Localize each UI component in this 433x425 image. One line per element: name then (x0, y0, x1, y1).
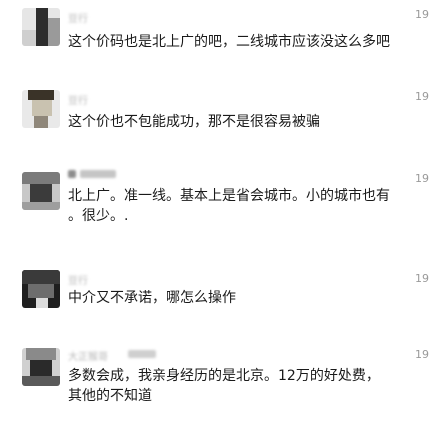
commenter-name[interactable]: 大正猴哥 (68, 348, 108, 363)
comment-time: 19 (415, 172, 429, 185)
comment-item: 19 北上广。准一线。基本上是省会城市。小的城市也有 。很少。. (0, 160, 433, 260)
comment-text: 中介又不承诺，哪怎么操作 (68, 290, 236, 306)
comment-feed: 豆行 19 这个价码也是北上广的吧，二线城市应该没这么多吧 豆行 19 这个价也… (0, 0, 433, 425)
comment-item: 豆行 19 这个价码也是北上广的吧，二线城市应该没这么多吧 (0, 0, 433, 80)
comment-text: 多数会成，我亲身经历的是北京。12万的好处费， 其他的不知道 (68, 368, 380, 404)
comment-time: 19 (415, 272, 429, 285)
comment-text: 这个价码也是北上广的吧，二线城市应该没这么多吧 (68, 34, 390, 50)
commenter-name[interactable]: 豆行 (68, 272, 88, 287)
avatar[interactable] (22, 8, 60, 46)
comment-text: 这个价也不包能成功，那不是很容易被骗 (68, 114, 320, 130)
avatar[interactable] (22, 270, 60, 308)
commenter-badge (128, 350, 156, 358)
comment-item: 豆行 19 中介又不承诺，哪怎么操作 (0, 260, 433, 340)
avatar[interactable] (22, 90, 60, 128)
commenter-name[interactable]: 豆行 (68, 92, 88, 107)
commenter-name[interactable] (68, 170, 76, 178)
comment-time: 19 (415, 348, 429, 361)
comment-item: 豆行 19 这个价也不包能成功，那不是很容易被骗 (0, 80, 433, 160)
comment-time: 19 (415, 8, 429, 21)
comment-item: 大正猴哥 19 多数会成，我亲身经历的是北京。12万的好处费， 其他的不知道 (0, 340, 433, 425)
commenter-name[interactable]: 豆行 (68, 10, 88, 25)
avatar[interactable] (22, 172, 60, 210)
comment-text: 北上广。准一线。基本上是省会城市。小的城市也有 。很少。. (68, 188, 390, 224)
commenter-name-tail (80, 170, 116, 178)
comment-time: 19 (415, 90, 429, 103)
avatar[interactable] (22, 348, 60, 386)
